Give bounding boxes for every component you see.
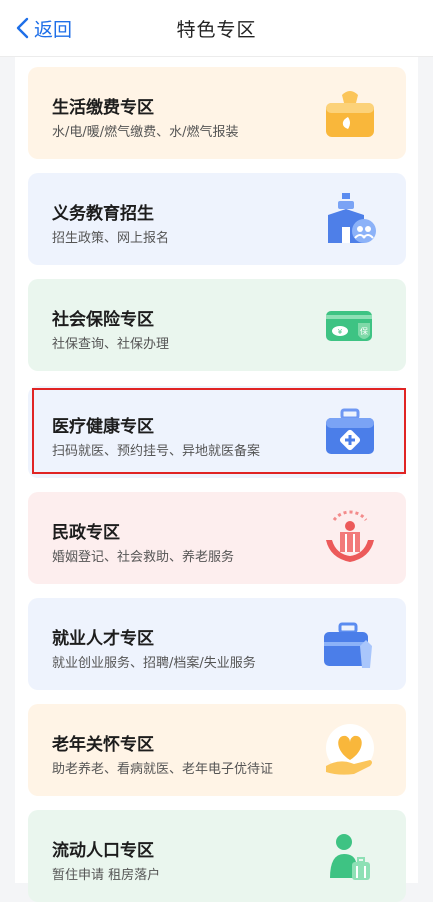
card-medical-health[interactable]: 医疗健康专区 扫码就医、预约挂号、异地就医备案 bbox=[28, 386, 406, 478]
card-title: 医疗健康专区 bbox=[52, 417, 154, 437]
card-title: 老年关怀专区 bbox=[52, 735, 154, 755]
svg-text:保: 保 bbox=[360, 326, 368, 336]
card-living-payment[interactable]: 生活缴费专区 水/电/暖/燃气缴费、水/燃气报装 bbox=[28, 67, 406, 159]
money-bag-icon bbox=[326, 91, 374, 137]
page-title: 特色专区 bbox=[176, 18, 257, 41]
card-description: 社保查询、社保办理 bbox=[52, 337, 170, 352]
heart-hand-icon bbox=[326, 724, 374, 775]
card-title: 就业人才专区 bbox=[52, 629, 154, 649]
card-description: 暂住申请 租房落户 bbox=[52, 868, 161, 883]
card-description: 招生政策、网上报名 bbox=[52, 231, 170, 246]
chevron-left-icon bbox=[16, 17, 29, 39]
card-title: 社会保险专区 bbox=[52, 310, 154, 330]
briefcase-icon bbox=[324, 622, 372, 668]
back-button[interactable]: 返回 bbox=[14, 0, 72, 56]
card-description: 助老养老、看病就医、老年电子优待证 bbox=[52, 762, 274, 777]
school-icon bbox=[328, 193, 376, 243]
zone-list: 生活缴费专区 水/电/暖/燃气缴费、水/燃气报装 义务教育招生 招生政策、网上报… bbox=[15, 56, 418, 902]
svg-text:¥: ¥ bbox=[338, 328, 343, 336]
card-title: 流动人口专区 bbox=[52, 841, 154, 861]
medical-kit-icon bbox=[326, 408, 374, 454]
top-nav-bar: 返回 特色专区 bbox=[0, 0, 433, 56]
card-employment-talent[interactable]: 就业人才专区 就业创业服务、招聘/档案/失业服务 bbox=[28, 598, 406, 690]
card-description: 水/电/暖/燃气缴费、水/燃气报装 bbox=[52, 125, 239, 140]
back-label: 返回 bbox=[34, 18, 73, 41]
card-social-insurance[interactable]: 社会保险专区 社保查询、社保办理 ¥ 保 bbox=[28, 279, 406, 371]
civil-affairs-icon bbox=[326, 510, 374, 562]
card-migrant-population[interactable]: 流动人口专区 暂住申请 租房落户 bbox=[28, 810, 406, 902]
card-title: 义务教育招生 bbox=[52, 204, 154, 224]
card-title: 生活缴费专区 bbox=[52, 98, 154, 118]
card-description: 扫码就医、预约挂号、异地就医备案 bbox=[52, 444, 261, 459]
migrant-person-icon bbox=[330, 834, 370, 880]
card-description: 就业创业服务、招聘/档案/失业服务 bbox=[52, 656, 256, 671]
card-elderly-care[interactable]: 老年关怀专区 助老养老、看病就医、老年电子优待证 bbox=[28, 704, 406, 796]
social-insurance-card-icon: ¥ 保 bbox=[326, 311, 372, 341]
card-compulsory-education[interactable]: 义务教育招生 招生政策、网上报名 bbox=[28, 173, 406, 265]
card-description: 婚姻登记、社会救助、养老服务 bbox=[52, 550, 235, 565]
card-civil-affairs[interactable]: 民政专区 婚姻登记、社会救助、养老服务 bbox=[28, 492, 406, 584]
card-title: 民政专区 bbox=[52, 523, 120, 543]
